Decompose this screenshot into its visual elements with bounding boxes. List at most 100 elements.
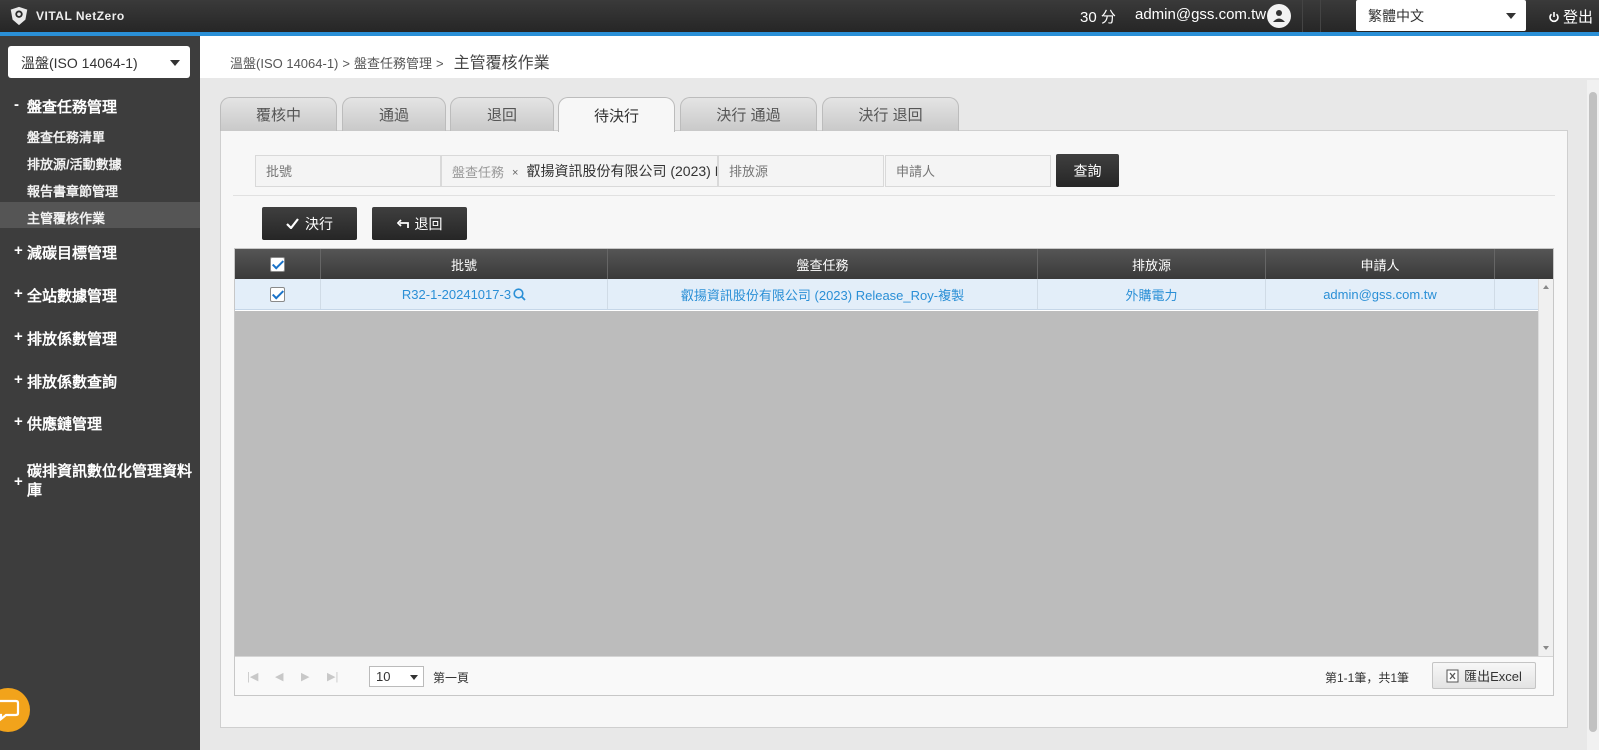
brand-logo[interactable]: VITAL NetZero (8, 4, 125, 28)
inventory-task-label: 盤查任務 (452, 164, 505, 180)
user-avatar-icon[interactable] (1267, 4, 1291, 28)
query-button[interactable]: 查詢 (1056, 154, 1119, 187)
chat-icon (0, 699, 20, 722)
sidebar-group-factor-management[interactable]: + 排放係數管理 (14, 328, 117, 349)
chevron-down-icon (410, 675, 418, 680)
logout-label: 登出 (1563, 9, 1594, 26)
page-title: 主管覆核作業 (453, 55, 550, 72)
session-timer: 30 分 (1080, 9, 1116, 26)
task-cell[interactable]: 叡揚資訊股份有限公司 (2023) Release_Roy-複製 (608, 279, 1038, 309)
scroll-up-icon[interactable] (1543, 285, 1549, 289)
page-label: 第一頁 (433, 671, 470, 685)
batch-number-input[interactable] (255, 155, 441, 187)
tab-decision-returned[interactable]: 決行 退回 (822, 97, 959, 131)
select-all-checkbox[interactable] (270, 256, 285, 272)
check-icon (286, 218, 299, 229)
language-select[interactable]: 繁體中文 (1356, 0, 1526, 31)
sidebar-item-report-chapters[interactable]: 報告書章節管理 (27, 181, 118, 200)
standard-value: 溫盤(ISO 14064-1) (21, 55, 138, 71)
prev-page-icon[interactable]: ◀ (275, 670, 283, 683)
tab-approved[interactable]: 通過 (342, 97, 446, 131)
expand-icon: + (14, 328, 23, 345)
search-icon[interactable] (513, 287, 526, 301)
chevron-down-icon (170, 60, 180, 66)
sidebar-group-label: 供應鏈管理 (27, 416, 103, 433)
tab-under-review[interactable]: 覆核中 (220, 97, 337, 131)
tab-pending-decision[interactable]: 待決行 (558, 97, 675, 132)
column-header-spacer (1495, 249, 1553, 279)
column-header-batch[interactable]: 批號 (321, 249, 608, 279)
excel-icon (1446, 669, 1459, 682)
execute-button[interactable]: 決行 (262, 207, 357, 240)
column-header-source[interactable]: 排放源 (1038, 249, 1266, 279)
return-label: 退回 (414, 215, 443, 232)
row-checkbox[interactable] (270, 286, 285, 302)
batch-number-link[interactable]: R32-1-20241017-3 (402, 287, 511, 302)
tab-returned[interactable]: 退回 (450, 97, 554, 131)
standard-select[interactable]: 溫盤(ISO 14064-1) (8, 46, 190, 78)
user-email[interactable]: admin@gss.com.tw (1135, 6, 1266, 23)
divider (233, 195, 1555, 196)
tab-decision-approved[interactable]: 決行 通過 (680, 97, 817, 131)
emission-source-input[interactable] (718, 155, 884, 187)
next-page-icon[interactable]: ▶ (301, 670, 309, 683)
table-row[interactable]: R32-1-20241017-3 叡揚資訊股份有限公司 (2023) Relea… (235, 279, 1538, 310)
expand-icon: + (14, 285, 23, 302)
expand-icon: + (14, 371, 23, 388)
review-grid: 批號 盤查任務 排放源 申請人 R32-1-20241017-3 叡揚資訊股份有… (234, 248, 1554, 696)
grid-header: 批號 盤查任務 排放源 申請人 (235, 249, 1553, 279)
language-value: 繁體中文 (1368, 8, 1424, 24)
power-icon (1549, 11, 1559, 22)
sidebar-group-inventory-task[interactable]: - 盤查任務管理 (14, 96, 117, 117)
source-cell[interactable]: 外購電力 (1038, 279, 1266, 309)
page-size-select[interactable]: 10 (369, 666, 424, 687)
breadcrumb: 溫盤(ISO 14064-1) > 盤查任務管理 > 主管覆核作業 (230, 49, 550, 73)
row-select-cell (235, 279, 321, 309)
scroll-down-icon[interactable] (1543, 646, 1549, 650)
applicant-cell[interactable]: admin@gss.com.tw (1266, 279, 1495, 309)
export-excel-label: 匯出Excel (1464, 669, 1522, 684)
last-page-icon[interactable]: ▶| (327, 670, 338, 683)
sidebar-group-reduction-target[interactable]: + 減碳目標管理 (14, 242, 117, 263)
collapse-icon: - (14, 96, 19, 113)
breadcrumb-separator: > (435, 56, 444, 71)
sidebar-item-supervisor-review[interactable]: 主管覆核作業 (27, 208, 105, 227)
sidebar-group-carbon-database[interactable]: + 碳排資訊數位化管理資料庫 (14, 462, 192, 500)
export-excel-button[interactable]: 匯出Excel (1432, 662, 1536, 689)
sidebar-item-emission-source[interactable]: 排放源/活動數據 (27, 154, 122, 173)
select-all-cell (235, 249, 321, 279)
topbar-divider (1320, 0, 1321, 32)
sidebar-group-label: 全站數據管理 (27, 288, 118, 305)
sidebar-item-task-list[interactable]: 盤查任務清單 (27, 127, 105, 146)
breadcrumb-bar: 溫盤(ISO 14064-1) > 盤查任務管理 > 主管覆核作業 (200, 36, 1599, 78)
return-button[interactable]: 退回 (372, 207, 467, 240)
logout-button[interactable]: 登出 (1548, 6, 1593, 27)
breadcrumb-standard[interactable]: 溫盤(ISO 14064-1) (230, 53, 338, 72)
sidebar-group-supply-chain[interactable]: + 供應鏈管理 (14, 413, 102, 434)
row-spacer-cell (1495, 279, 1538, 309)
chevron-down-icon (1506, 13, 1516, 19)
sidebar-group-label: 碳排資訊數位化管理資料庫 (27, 463, 193, 499)
column-header-task[interactable]: 盤查任務 (608, 249, 1038, 279)
reply-arrow-icon (396, 218, 409, 228)
page-scrollbar-thumb[interactable] (1589, 92, 1597, 732)
grid-scrollbar[interactable] (1538, 279, 1553, 656)
page-scrollbar[interactable] (1587, 80, 1599, 750)
sidebar-group-factor-query[interactable]: + 排放係數查詢 (14, 371, 117, 392)
sidebar-group-label: 排放係數管理 (27, 331, 118, 348)
column-header-applicant[interactable]: 申請人 (1266, 249, 1495, 279)
batch-cell[interactable]: R32-1-20241017-3 (321, 279, 608, 309)
sidebar: 溫盤(ISO 14064-1) - 盤查任務管理 盤查任務清單 排放源/活動數據… (0, 36, 200, 750)
sidebar-group-label: 減碳目標管理 (27, 245, 118, 262)
grid-empty-area (235, 311, 1538, 656)
sidebar-group-site-data[interactable]: + 全站數據管理 (14, 285, 117, 306)
inventory-task-filter[interactable]: 盤查任務 × 叡揚資訊股份有限公司 (2023) Release_Roy-複製 (441, 155, 718, 187)
sidebar-group-label: 排放係數查詢 (27, 374, 118, 391)
breadcrumb-task-management[interactable]: 盤查任務管理 (354, 53, 432, 72)
grid-pager: |◀ ◀ ▶ ▶| 10 第一頁 第1-1筆，共1筆 匯出Excel (235, 656, 1553, 695)
first-page-icon[interactable]: |◀ (247, 670, 258, 683)
inventory-task-chip: 叡揚資訊股份有限公司 (2023) Release_Roy-複製 (526, 163, 717, 179)
remove-chip-icon[interactable]: × (512, 167, 518, 179)
top-bar: VITAL NetZero 30 分 admin@gss.com.tw 繁體中文… (0, 0, 1599, 32)
applicant-input[interactable] (885, 155, 1051, 187)
